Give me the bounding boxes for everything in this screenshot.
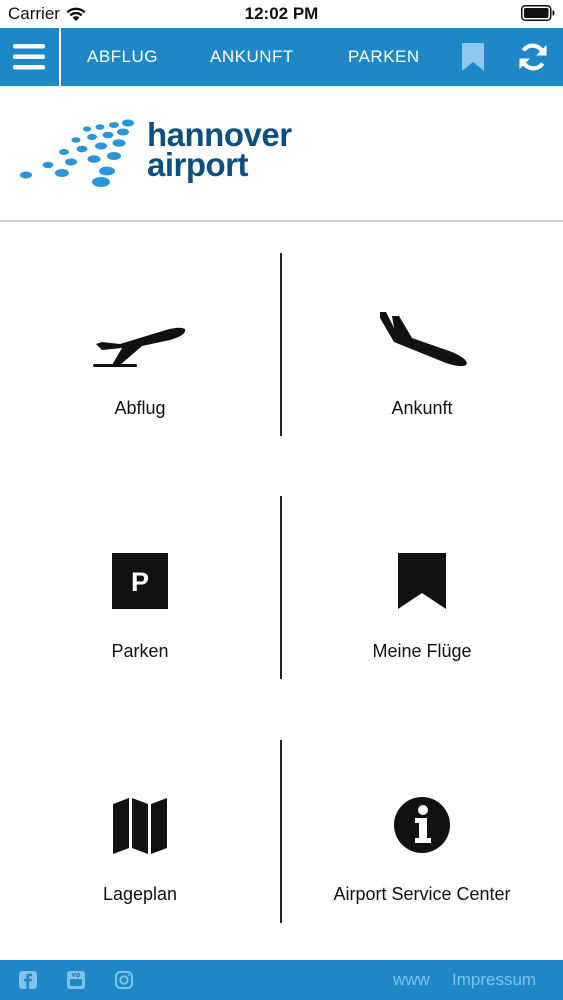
tile-label: Ankunft xyxy=(391,398,453,418)
departure-plane-icon xyxy=(93,327,186,367)
nav-tab-abflug[interactable]: ABFLUG xyxy=(87,28,158,86)
arrival-plane-icon xyxy=(380,312,467,367)
tile-icon-wrap xyxy=(282,308,562,370)
bookmark-icon xyxy=(398,553,446,609)
grid-divider xyxy=(280,740,282,923)
tile-label: Parken xyxy=(111,641,169,661)
tile-icon-wrap: P xyxy=(0,553,280,609)
bookmark-icon[interactable] xyxy=(462,43,484,71)
facebook-icon[interactable] xyxy=(18,970,38,990)
tile-meine-fluege[interactable]: Meine Flüge xyxy=(282,483,562,683)
parking-icon: P xyxy=(112,553,168,609)
logo-wordmark: hannover airport xyxy=(147,118,292,183)
footer-bar: www Impressum xyxy=(0,960,563,1000)
tile-icon-wrap xyxy=(0,320,280,368)
tile-icon-wrap xyxy=(0,796,280,854)
map-icon xyxy=(113,798,167,854)
grid-divider xyxy=(280,496,282,679)
menu-button[interactable] xyxy=(0,28,58,86)
tile-abflug[interactable]: Abflug xyxy=(0,240,280,440)
parking-icon-letter: P xyxy=(131,567,149,597)
tile-icon-wrap xyxy=(282,553,562,609)
status-bar: Carrier 12:02 PM xyxy=(0,0,563,28)
clock: 12:02 PM xyxy=(244,4,319,23)
menu-icon xyxy=(13,44,45,70)
battery-icon xyxy=(521,5,555,21)
logo-line-airport: airport xyxy=(147,146,249,183)
tile-icon-wrap xyxy=(282,796,562,854)
logo-dots-graphic xyxy=(20,119,134,187)
tile-label: Airport Service Center xyxy=(333,884,511,904)
header-separator xyxy=(0,220,563,222)
nav-divider xyxy=(59,28,61,86)
tile-parken[interactable]: P Parken xyxy=(0,483,280,683)
tile-label: Abflug xyxy=(114,398,166,418)
tile-label: Meine Flüge xyxy=(372,641,472,661)
footer-link-www[interactable]: www xyxy=(393,960,430,1000)
footer-link-impressum[interactable]: Impressum xyxy=(452,960,536,1000)
airport-logo: hannover airport xyxy=(0,86,563,220)
instagram-icon[interactable] xyxy=(114,970,134,990)
nav-tab-parken[interactable]: PARKEN xyxy=(348,28,420,86)
tile-airport-service-center[interactable]: Airport Service Center xyxy=(282,726,562,926)
refresh-icon[interactable] xyxy=(518,42,548,72)
top-navigation-bar: ABFLUG ANKUNFT PARKEN xyxy=(0,28,563,86)
app-screen: Carrier 12:02 PM ABFLUG ANKUNFT PARKEN h… xyxy=(0,0,563,1000)
tile-ankunft[interactable]: Ankunft xyxy=(282,240,562,440)
tile-label: Lageplan xyxy=(102,884,178,904)
nav-tab-ankunft[interactable]: ANKUNFT xyxy=(210,28,294,86)
tile-lageplan[interactable]: Lageplan xyxy=(0,726,280,926)
info-icon xyxy=(394,797,450,853)
youtube-icon[interactable] xyxy=(66,970,86,990)
grid-divider xyxy=(280,253,282,436)
